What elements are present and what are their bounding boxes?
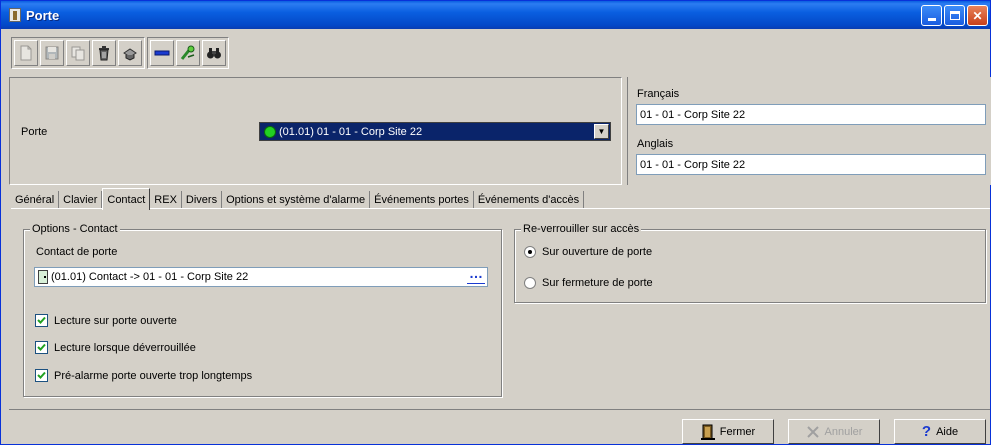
anglais-name-input[interactable]: 01 - 01 - Corp Site 22: [636, 154, 986, 175]
print-icon: [123, 48, 137, 61]
reverrouiller-title: Re-verrouiller sur accès: [521, 223, 642, 235]
porte-dropdown[interactable]: (01.01) 01 - 01 - Corp Site 22 ▼: [259, 122, 611, 141]
tab-evenements-portes[interactable]: Événements portes: [370, 191, 474, 209]
aide-label: Aide: [936, 425, 959, 438]
minimize-button[interactable]: [921, 5, 942, 26]
chevron-down-icon[interactable]: ▼: [594, 124, 609, 139]
save-button[interactable]: [40, 40, 64, 66]
toolbar-group-edit: [11, 37, 145, 69]
tab-evenements-portes-label: Événements portes: [374, 194, 469, 206]
copy-button[interactable]: [66, 40, 90, 66]
close-icon: ✕: [972, 8, 983, 23]
delete-button[interactable]: [92, 40, 116, 66]
options-contact-title: Options - Contact: [30, 223, 120, 235]
minus-button[interactable]: [150, 40, 174, 66]
close-button[interactable]: ✕: [967, 5, 988, 26]
radio-button[interactable]: [524, 246, 536, 258]
fermer-button[interactable]: Fermer: [682, 419, 774, 444]
door-exit-icon: [700, 424, 715, 440]
tab-divers-label: Divers: [185, 194, 218, 206]
tab-rex-label: REX: [154, 194, 177, 206]
new-icon: [20, 45, 32, 61]
contact-de-porte-label: Contact de porte: [36, 246, 118, 258]
checkbox-box[interactable]: [35, 314, 48, 327]
fermer-label: Fermer: [719, 425, 756, 438]
title-bar[interactable]: Porte ✕: [1, 1, 990, 29]
help-question-icon: ?: [921, 423, 932, 440]
tab-evenements-acces[interactable]: Événements d'accès: [474, 191, 585, 209]
tab-general-label: Général: [15, 194, 55, 206]
annuler-label: Annuler: [824, 425, 863, 438]
link-icon: [180, 45, 195, 60]
checkmark-icon: [37, 371, 46, 379]
save-icon: [45, 46, 59, 60]
maximize-button[interactable]: [944, 5, 965, 26]
checkbox-box[interactable]: [35, 341, 48, 354]
checkbox-pre-alarme[interactable]: Pré-alarme porte ouverte trop longtemps: [35, 369, 252, 382]
francais-label: Français: [637, 88, 680, 100]
language-names-panel: Français 01 - 01 - Corp Site 22 Anglais …: [627, 77, 991, 185]
tab-rex[interactable]: REX: [150, 191, 182, 209]
trash-icon: [99, 46, 109, 61]
radio-label: Sur ouverture de porte: [542, 246, 653, 258]
checkbox-label: Pré-alarme porte ouverte trop longtemps: [54, 369, 253, 382]
porte-label: Porte: [21, 126, 48, 138]
radio-selected-dot: [528, 250, 532, 254]
francais-name-input[interactable]: 01 - 01 - Corp Site 22: [636, 104, 986, 125]
checkbox-lecture-porte-ouverte[interactable]: Lecture sur porte ouverte: [35, 314, 177, 327]
checkbox-box[interactable]: [35, 369, 48, 382]
tab-strip: Général Clavier Contact REX Divers Optio…: [11, 187, 585, 210]
link-button[interactable]: [176, 40, 200, 66]
window-controls: ✕: [921, 5, 988, 26]
new-button[interactable]: [14, 40, 38, 66]
minimize-icon: [927, 18, 936, 21]
door-status-icon: [264, 125, 276, 138]
porte-window: Porte ✕ Porte (01.01) 01 - 01 - Corp Sit…: [0, 0, 991, 445]
copy-icon: [71, 46, 85, 61]
tab-general[interactable]: Général: [11, 191, 60, 209]
browse-ellipsis-button[interactable]: …: [467, 266, 485, 284]
checkmark-icon: [37, 343, 46, 351]
window-title: Porte: [26, 7, 60, 23]
checkbox-lecture-deverrouillee[interactable]: Lecture lorsque déverrouillée: [35, 341, 196, 354]
toolbar: [9, 35, 229, 71]
radio-label: Sur fermeture de porte: [542, 277, 653, 289]
tab-contact-label: Contact: [107, 193, 146, 206]
find-button[interactable]: [202, 40, 226, 66]
contact-de-porte-value: (01.01) Contact -> 01 - 01 - Corp Site 2…: [51, 271, 249, 283]
checkbox-label: Lecture sur porte ouverte: [54, 314, 177, 327]
checkmark-icon: [37, 316, 46, 324]
print-button[interactable]: [118, 40, 142, 66]
cancel-x-icon: [806, 425, 819, 438]
reverrouiller-group: Re-verrouiller sur accès: [514, 223, 986, 303]
radio-sur-fermeture[interactable]: Sur fermeture de porte: [524, 277, 653, 289]
minus-icon: [154, 50, 170, 56]
radio-button[interactable]: [524, 277, 536, 289]
anglais-name-value: 01 - 01 - Corp Site 22: [640, 158, 746, 171]
anglais-label: Anglais: [637, 138, 674, 150]
radio-sur-ouverture[interactable]: Sur ouverture de porte: [524, 246, 652, 258]
binoculars-icon: [207, 48, 221, 59]
toolbar-group-tools: [147, 37, 229, 69]
tab-divers[interactable]: Divers: [182, 191, 223, 209]
francais-name-value: 01 - 01 - Corp Site 22: [640, 108, 746, 121]
tab-options-alarme[interactable]: Options et système d'alarme: [222, 191, 371, 209]
tab-contact[interactable]: Contact: [102, 188, 151, 210]
maximize-icon: [949, 11, 960, 20]
checkbox-label: Lecture lorsque déverrouillée: [54, 341, 196, 354]
tab-options-alarme-label: Options et système d'alarme: [226, 194, 366, 206]
annuler-button[interactable]: Annuler: [788, 419, 880, 444]
tab-clavier-label: Clavier: [63, 194, 98, 206]
contact-door-icon: [38, 270, 48, 284]
contact-de-porte-field[interactable]: (01.01) Contact -> 01 - 01 - Corp Site 2…: [34, 266, 488, 287]
aide-button[interactable]: ? Aide: [894, 419, 986, 444]
tab-evenements-acces-label: Événements d'accès: [477, 194, 580, 206]
porte-dropdown-value: (01.01) 01 - 01 - Corp Site 22: [279, 125, 423, 138]
door-app-icon: [9, 8, 21, 22]
tab-clavier[interactable]: Clavier: [59, 191, 103, 209]
